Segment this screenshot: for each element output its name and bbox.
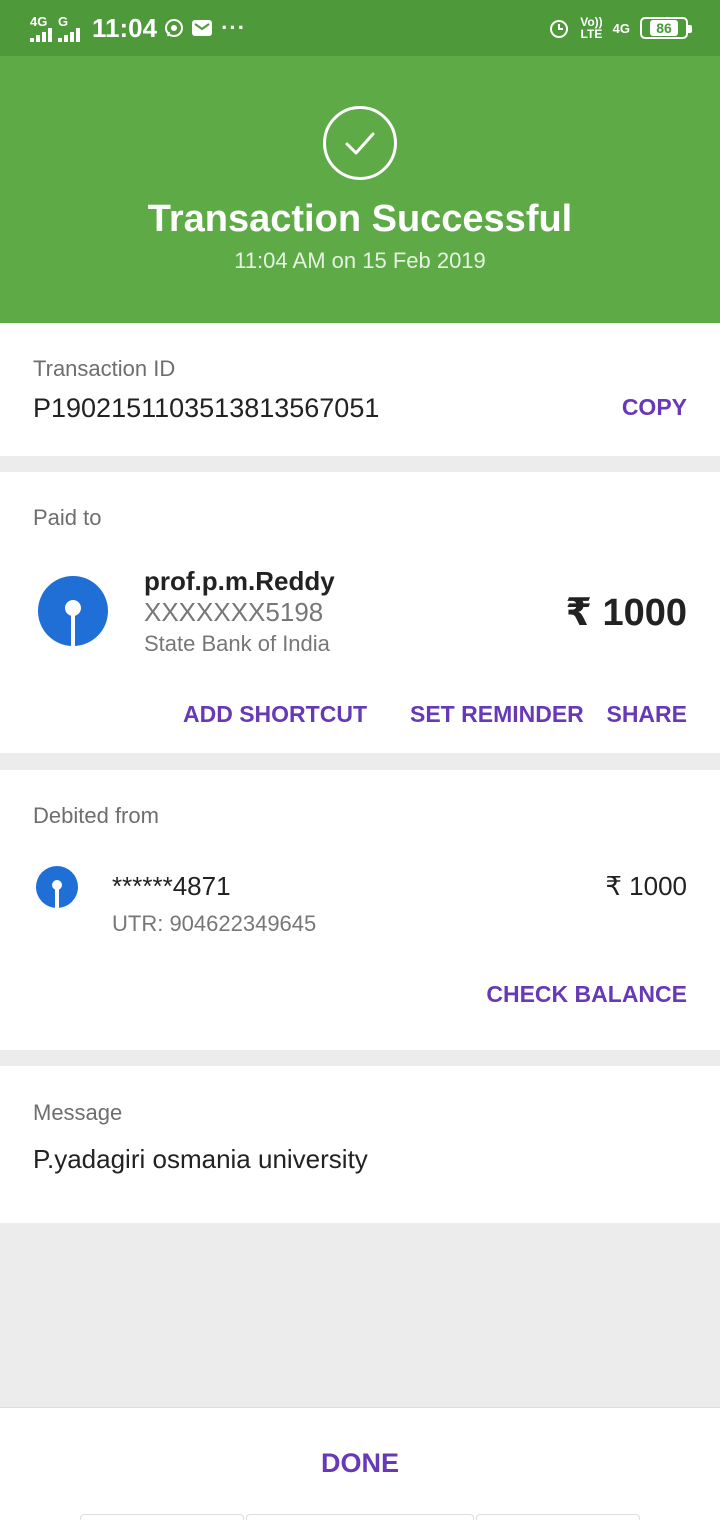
sim2-network-label: G	[58, 13, 69, 29]
set-reminder-button[interactable]: SET REMINDER	[410, 701, 584, 728]
battery-level: 86	[650, 20, 678, 36]
whatsapp-icon	[163, 17, 185, 39]
paid-amount: ₹ 1000	[565, 592, 687, 634]
message-card: Message P.yadagiri osmania university	[0, 1066, 720, 1223]
status-time: 11:04	[92, 12, 158, 43]
copy-button[interactable]: COPY	[622, 394, 687, 421]
nav-stub-right	[476, 1514, 640, 1520]
transaction-id-card: Transaction ID P1902151103513813567051 C…	[0, 323, 720, 456]
transaction-id-value: P1902151103513813567051	[33, 393, 380, 423]
done-button[interactable]: DONE	[0, 1448, 720, 1479]
payee-name: prof.p.m.Reddy	[144, 566, 335, 596]
debit-amount: ₹ 1000	[605, 871, 687, 901]
paid-to-label: Paid to	[33, 505, 102, 530]
debit-account: ******4871	[112, 871, 231, 901]
debited-from-label: Debited from	[33, 803, 159, 828]
success-header: Transaction Successful 11:04 AM on 15 Fe…	[0, 56, 720, 323]
debited-from-card: Debited from ******4871 UTR: 90462234964…	[0, 770, 720, 1050]
sbi-logo-icon	[38, 576, 108, 646]
status-bar: 4G G 11:04 ··· Vo)) LTE 4G 86	[0, 0, 720, 56]
battery-icon: 86	[640, 17, 692, 39]
bottom-action-bar: DONE	[0, 1407, 720, 1520]
mail-notification-icon	[191, 17, 213, 39]
sim2-signal-icon: G	[58, 15, 80, 42]
volte-indicator: Vo)) LTE	[580, 16, 602, 40]
add-shortcut-button[interactable]: ADD SHORTCUT	[183, 701, 367, 728]
share-button[interactable]: SHARE	[606, 701, 687, 728]
utr-number: UTR: 904622349645	[112, 911, 317, 936]
payee-account: XXXXXXX5198	[144, 597, 324, 627]
volte-line2: LTE	[580, 27, 603, 41]
transaction-id-label: Transaction ID	[33, 356, 176, 381]
message-label: Message	[33, 1100, 123, 1125]
success-check-icon	[323, 106, 397, 180]
page-title: Transaction Successful	[147, 198, 573, 240]
network-type: 4G	[612, 20, 630, 36]
sim1-network-label: 4G	[30, 13, 48, 29]
alarm-icon	[548, 17, 570, 39]
paid-to-card: Paid to prof.p.m.Reddy XXXXXXX5198 State…	[0, 472, 720, 753]
payee-bank: State Bank of India	[144, 631, 330, 656]
sbi-logo-small-icon	[36, 866, 78, 908]
check-balance-button[interactable]: CHECK BALANCE	[486, 981, 687, 1008]
transaction-datetime: 11:04 AM on 15 Feb 2019	[234, 248, 486, 273]
sim1-signal-icon: 4G	[30, 15, 52, 42]
nav-stub-center	[246, 1514, 474, 1520]
more-notifications-icon: ···	[221, 15, 247, 40]
message-text: P.yadagiri osmania university	[33, 1144, 368, 1174]
nav-stub-left	[80, 1514, 244, 1520]
